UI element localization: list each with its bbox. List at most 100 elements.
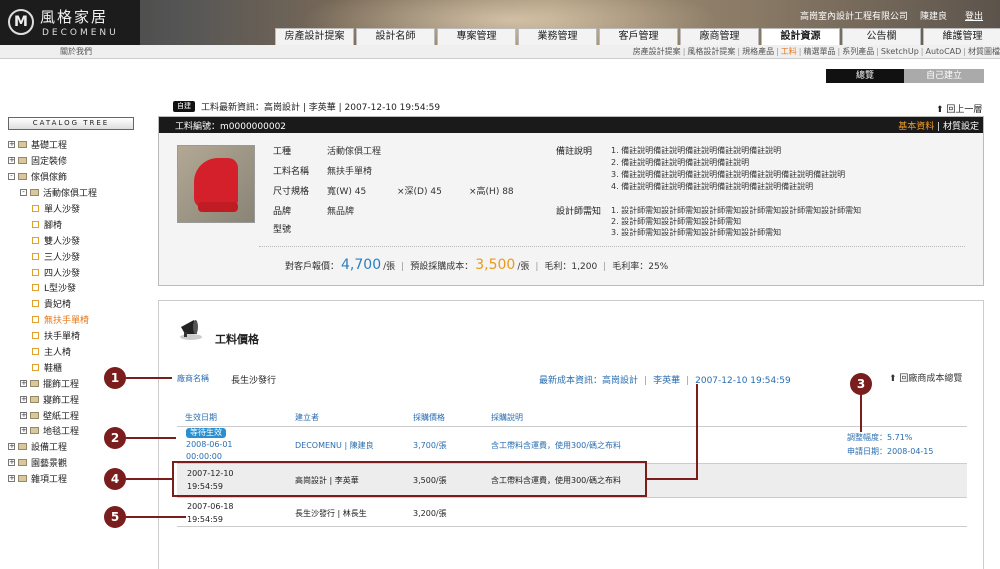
subnav-item-4[interactable]: 精選單品 [804, 47, 836, 56]
subnav-item-8[interactable]: 材質圖檔 [968, 47, 1000, 56]
client-price-value: 4,700 [341, 257, 382, 273]
expand-icon[interactable]: + [8, 157, 15, 165]
top-header: M 風格家居 DECOMENU 高崗室內設計工程有限公司 陳建良 登出 房產設計… [0, 0, 1000, 45]
subnav-item-1[interactable]: 風格設計提案 [687, 47, 735, 56]
tree-item[interactable]: 單人沙發 [8, 201, 148, 217]
tree-item[interactable]: 四人沙發 [8, 264, 148, 280]
leaf-icon [32, 220, 39, 228]
tree-item-label: 寢飾工程 [43, 395, 80, 406]
self-built-badge: 自建 [173, 101, 195, 112]
callout-line [126, 377, 172, 379]
main-tab-4[interactable]: 客戶管理 [599, 28, 678, 45]
callout-line [126, 478, 172, 480]
main-tab-8[interactable]: 維護管理 [923, 28, 1000, 45]
row-time-value: 19:54:59 [187, 515, 223, 524]
tree-item-label: 貴妃椅 [44, 300, 72, 311]
sub-nav-bar: 關於我們 房產設計提案 | 風格設計提案 | 規格產品 | 工料 | 精選單品 | 系列產品 | Ske… [0, 45, 1000, 59]
tree-item[interactable]: 三人沙發 [8, 248, 148, 264]
subnav-item-3[interactable]: 工料 [781, 47, 797, 56]
expand-icon[interactable]: + [20, 395, 27, 403]
back-arrow-icon: ⬆ [889, 374, 900, 384]
material-price-panel: 工料價格 廠商名稱 長生沙發行 最新成本資訊：高崗設計 | 李英華 | 2007-12-… [158, 300, 984, 569]
tree-item-label: 四人沙發 [44, 268, 81, 279]
tree-item[interactable]: 無扶手單椅 [8, 312, 148, 328]
callout-line [126, 437, 176, 439]
dimension-depth: ×深(D) 45 [397, 187, 442, 197]
subnav-item-5[interactable]: 系列產品 [842, 47, 874, 56]
main-tab-7[interactable]: 公告欄 [842, 28, 921, 45]
cost-value: 3,500 [475, 257, 516, 273]
spec-label-type: 工種 [273, 147, 292, 157]
subnav-item-0[interactable]: 房產設計提案 [633, 47, 681, 56]
about-us-link[interactable]: 關於我們 [60, 46, 92, 57]
main-tab-6[interactable]: 設計資源 [761, 28, 840, 45]
vendor-label: 廠商名稱 [177, 374, 209, 383]
tree-item[interactable]: 扶手單椅 [8, 328, 148, 344]
tree-item[interactable]: 雙人沙發 [8, 232, 148, 248]
return-vendor-overview-link[interactable]: ⬆ 回廠商成本總覽 [889, 371, 962, 384]
tree-item-label: 擺飾工程 [43, 379, 80, 390]
tree-item[interactable]: + 園藝景觀 [8, 455, 148, 471]
tree-item[interactable]: 貴妃椅 [8, 296, 148, 312]
main-tab-2[interactable]: 專案管理 [437, 28, 516, 45]
leaf-icon [32, 205, 39, 212]
divider [259, 246, 965, 247]
tree-item[interactable]: + 固定裝修 [8, 153, 148, 169]
main-tab-1[interactable]: 設計名師 [356, 28, 435, 45]
tree-item[interactable]: + 壁紙工程 [8, 407, 148, 423]
tree-item[interactable]: 主人椅 [8, 344, 148, 360]
client-price-unit: /張 [383, 262, 396, 272]
note-line: 2. 備註說明備註說明備註說明備註說明 [611, 158, 750, 167]
tree-item-label: 腳椅 [44, 220, 63, 231]
col-header-creator: 建立者 [295, 413, 319, 422]
product-image [177, 145, 255, 223]
tree-item[interactable]: 鞋櫃 [8, 359, 148, 375]
main-tab-0[interactable]: 房產設計提案 [275, 28, 354, 45]
tree-item[interactable]: + 設備工程 [8, 439, 148, 455]
separator: | [401, 262, 405, 272]
expand-icon[interactable]: + [20, 427, 27, 435]
row-price: 3,200/張 [413, 509, 447, 518]
expand-icon[interactable]: + [8, 459, 15, 467]
tree-item[interactable]: - 傢俱傢飾 [8, 169, 148, 185]
tree-item-label: 傢俱傢飾 [31, 173, 68, 184]
subnav-separator: | [920, 47, 924, 56]
folder-icon [18, 141, 27, 149]
subnav-item-6[interactable]: SketchUp [881, 47, 919, 56]
tab-material-settings[interactable]: 材質設定 [943, 122, 979, 132]
expand-icon[interactable]: + [8, 443, 15, 451]
row-creator[interactable]: DECOMENU | 陳建良 [295, 440, 374, 451]
folder-icon [30, 189, 39, 197]
expand-icon[interactable]: + [20, 379, 27, 387]
main-tab-3[interactable]: 業務管理 [518, 28, 597, 45]
callout-line [126, 516, 186, 518]
tree-item[interactable]: + 基礎工程 [8, 137, 148, 153]
logo-subtitle: DECOMENU [42, 28, 119, 38]
expand-icon[interactable]: + [20, 411, 27, 419]
callout-marker-1: 1 [104, 367, 126, 389]
latest-cost-label: 最新成本資訊：高崗設計 [539, 376, 639, 386]
collapse-icon[interactable]: - [8, 173, 15, 181]
expand-icon[interactable]: + [8, 141, 15, 149]
latest-cost-time: 2007-12-10 19:54:59 [695, 376, 791, 386]
subnav-item-2[interactable]: 規格產品 [742, 47, 774, 56]
tree-item-label: 固定裝修 [31, 157, 68, 168]
return-label: 回廠商成本總覽 [899, 374, 963, 384]
logout-link[interactable]: 登出 [965, 9, 983, 22]
folder-icon [30, 411, 39, 419]
back-link[interactable]: ⬆ 回上一層 [936, 102, 982, 115]
expand-icon[interactable]: + [8, 475, 15, 483]
subnav-item-7[interactable]: AutoCAD [926, 47, 962, 56]
view-all-button[interactable]: 總覽 [826, 69, 904, 83]
subnav-separator: | [776, 47, 779, 56]
tree-item[interactable]: L型沙發 [8, 280, 148, 296]
main-tab-5[interactable]: 廠商管理 [680, 28, 759, 45]
view-own-button[interactable]: 自己建立 [904, 69, 984, 83]
tree-item[interactable]: + 寢飾工程 [8, 391, 148, 407]
tree-item[interactable]: 腳椅 [8, 216, 148, 232]
logo[interactable]: M 風格家居 DECOMENU [0, 0, 140, 45]
client-price-label: 對客戶報價： [285, 262, 340, 272]
collapse-icon[interactable]: - [20, 189, 27, 197]
tree-item[interactable]: - 活動傢俱工程 [8, 185, 148, 201]
tab-basic-info[interactable]: 基本資料 [898, 122, 934, 132]
